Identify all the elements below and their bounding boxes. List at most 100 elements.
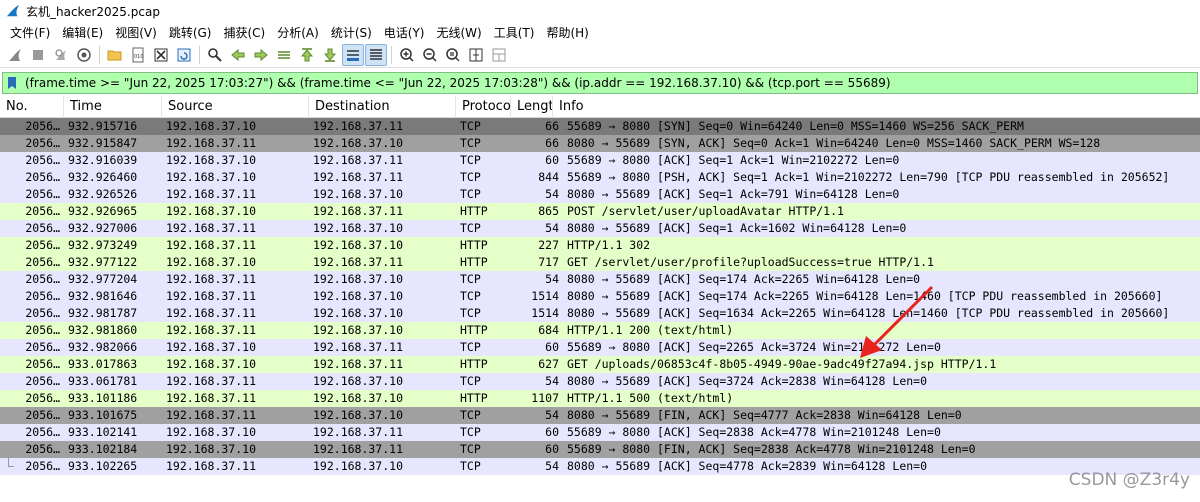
packet-row[interactable]: 2056… 932.982066 192.168.37.10 192.168.37.1… xyxy=(0,339,1200,356)
toolbar-separator xyxy=(99,45,100,64)
menu-item[interactable]: 跳转(G) xyxy=(163,24,218,41)
packet-row[interactable]: 2056… 933.101186 192.168.37.11 192.168.37.1… xyxy=(0,390,1200,407)
go-last-icon[interactable] xyxy=(319,44,341,66)
packet-number: 2056… xyxy=(25,425,60,439)
packet-protocol: TCP xyxy=(460,306,481,320)
packet-protocol: TCP xyxy=(460,119,481,133)
packet-row[interactable]: 2056… 933.101675 192.168.37.11 192.168.37.1… xyxy=(0,407,1200,424)
column-header-destination[interactable]: Destination xyxy=(309,96,456,118)
packet-row[interactable]: 2056… 932.981860 192.168.37.11 192.168.37.1… xyxy=(0,322,1200,339)
packet-length: 54 xyxy=(545,221,559,235)
colorize-icon[interactable] xyxy=(365,43,387,66)
packet-protocol: TCP xyxy=(460,408,481,422)
bookmark-icon[interactable] xyxy=(3,73,21,93)
packet-destination: 192.168.37.11 xyxy=(313,425,404,439)
packet-time: 932.927006 xyxy=(68,221,138,235)
packet-protocol: TCP xyxy=(460,136,481,150)
packet-protocol: TCP xyxy=(460,187,481,201)
packet-row[interactable]: 2056… 933.102141 192.168.37.10 192.168.37.1… xyxy=(0,424,1200,441)
display-filter-bar[interactable]: (frame.time >= "Jun 22, 2025 17:03:27") … xyxy=(2,72,1198,94)
save-file-icon[interactable]: 010 xyxy=(127,44,149,66)
conversation-tree-line xyxy=(8,466,14,467)
menu-item[interactable]: 分析(A) xyxy=(271,24,325,41)
go-to-packet-icon[interactable] xyxy=(273,44,295,66)
zoom-normal-icon[interactable] xyxy=(442,44,464,66)
column-header-source[interactable]: Source xyxy=(162,96,309,118)
auto-scroll-icon[interactable] xyxy=(342,43,364,66)
packet-row[interactable]: 2056… 932.977204 192.168.37.11 192.168.37.1… xyxy=(0,271,1200,288)
packet-row[interactable]: 2056… 932.973249 192.168.37.11 192.168.37.1… xyxy=(0,237,1200,254)
reload-file-icon[interactable] xyxy=(173,44,195,66)
zoom-out-icon[interactable] xyxy=(419,44,441,66)
packet-row[interactable]: 2056… 932.926526 192.168.37.11 192.168.37.1… xyxy=(0,186,1200,203)
packet-length: 60 xyxy=(545,425,559,439)
display-filter-input[interactable]: (frame.time >= "Jun 22, 2025 17:03:27") … xyxy=(21,76,891,90)
packet-row[interactable]: 2056… 932.981646 192.168.37.11 192.168.37.1… xyxy=(0,288,1200,305)
menu-item[interactable]: 统计(S) xyxy=(325,24,378,41)
start-capture-icon[interactable] xyxy=(4,44,26,66)
go-forward-icon[interactable] xyxy=(250,44,272,66)
packet-destination: 192.168.37.10 xyxy=(313,459,404,473)
packet-length: 54 xyxy=(545,272,559,286)
column-header-no[interactable]: No. xyxy=(0,96,64,118)
stop-capture-icon[interactable] xyxy=(27,44,49,66)
packet-time: 932.977204 xyxy=(68,272,138,286)
packet-row[interactable]: 2056… 933.102184 192.168.37.10 192.168.37.1… xyxy=(0,441,1200,458)
packet-length: 60 xyxy=(545,442,559,456)
packet-info: 8080 → 55689 [ACK] Seq=1 Ack=791 Win=641… xyxy=(567,187,900,201)
go-first-icon[interactable] xyxy=(296,44,318,66)
menu-item[interactable]: 帮助(H) xyxy=(540,24,594,41)
packet-source: 192.168.37.11 xyxy=(166,238,257,252)
packet-number: 2056… xyxy=(25,255,60,269)
menu-item[interactable]: 无线(W) xyxy=(431,24,488,41)
packet-row[interactable]: 2056… 932.927006 192.168.37.11 192.168.37.1… xyxy=(0,220,1200,237)
packet-destination: 192.168.37.11 xyxy=(313,119,404,133)
packet-list-header: No. Time Source Destination Protoco Leng… xyxy=(0,96,1200,118)
find-packet-icon[interactable] xyxy=(204,44,226,66)
column-header-time[interactable]: Time xyxy=(64,96,162,118)
packet-row[interactable]: 2056… 932.915847 192.168.37.11 192.168.37.1… xyxy=(0,135,1200,152)
packet-info: 55689 → 8080 [SYN] Seq=0 Win=64240 Len=0… xyxy=(567,119,1024,133)
layout-icon[interactable] xyxy=(488,44,510,66)
packet-time: 933.101675 xyxy=(68,408,138,422)
menu-item[interactable]: 文件(F) xyxy=(4,24,56,41)
packet-row[interactable]: 2056… 933.102265 192.168.37.11 192.168.37.1… xyxy=(0,458,1200,475)
packet-info: GET /uploads/06853c4f-8b05-4949-90ae-9ad… xyxy=(567,357,997,371)
column-header-length[interactable]: Lengt xyxy=(511,96,553,118)
packet-number: 2056… xyxy=(25,340,60,354)
packet-number: 2056… xyxy=(25,119,60,133)
packet-source: 192.168.37.11 xyxy=(166,323,257,337)
close-file-icon[interactable] xyxy=(150,44,172,66)
menu-item[interactable]: 视图(V) xyxy=(109,24,163,41)
capture-options-icon[interactable] xyxy=(73,44,95,66)
restart-capture-icon[interactable] xyxy=(50,44,72,66)
packet-row[interactable]: 2056… 932.926965 192.168.37.10 192.168.37.1… xyxy=(0,203,1200,220)
packet-info: 8080 → 55689 [ACK] Seq=174 Ack=2265 Win=… xyxy=(567,272,921,286)
packet-source: 192.168.37.11 xyxy=(166,408,257,422)
packet-info: 8080 → 55689 [ACK] Seq=1634 Ack=2265 Win… xyxy=(567,306,1170,320)
menu-item[interactable]: 工具(T) xyxy=(488,24,541,41)
packet-source: 192.168.37.11 xyxy=(166,187,257,201)
zoom-in-icon[interactable] xyxy=(396,44,418,66)
open-file-icon[interactable] xyxy=(104,44,126,66)
menu-item[interactable]: 捕获(C) xyxy=(217,24,271,41)
packet-row[interactable]: 2056… 932.981787 192.168.37.11 192.168.37.1… xyxy=(0,305,1200,322)
packet-row[interactable]: 2056… 932.916039 192.168.37.10 192.168.37.1… xyxy=(0,152,1200,169)
packet-number: 2056… xyxy=(25,391,60,405)
packet-info: HTTP/1.1 302 xyxy=(567,238,651,252)
packet-destination: 192.168.37.10 xyxy=(313,306,404,320)
column-header-protocol[interactable]: Protoco xyxy=(456,96,511,118)
packet-row[interactable]: 2056… 932.926460 192.168.37.10 192.168.37.1… xyxy=(0,169,1200,186)
packet-source: 192.168.37.10 xyxy=(166,340,257,354)
resize-columns-icon[interactable] xyxy=(465,44,487,66)
menu-item[interactable]: 编辑(E) xyxy=(56,24,109,41)
packet-row[interactable]: 2056… 933.061781 192.168.37.11 192.168.37.1… xyxy=(0,373,1200,390)
packet-row[interactable]: 2056… 932.977122 192.168.37.10 192.168.37.1… xyxy=(0,254,1200,271)
packet-row[interactable]: 2056… 932.915716 192.168.37.10 192.168.37.1… xyxy=(0,118,1200,135)
column-header-info[interactable]: Info xyxy=(553,96,1200,118)
menu-item[interactable]: 电话(Y) xyxy=(378,24,431,41)
packet-info: 55689 → 8080 [PSH, ACK] Seq=1 Ack=1 Win=… xyxy=(567,170,1170,184)
go-back-icon[interactable] xyxy=(227,44,249,66)
packet-protocol: TCP xyxy=(460,459,481,473)
packet-row[interactable]: 2056… 933.017863 192.168.37.10 192.168.37.1… xyxy=(0,356,1200,373)
